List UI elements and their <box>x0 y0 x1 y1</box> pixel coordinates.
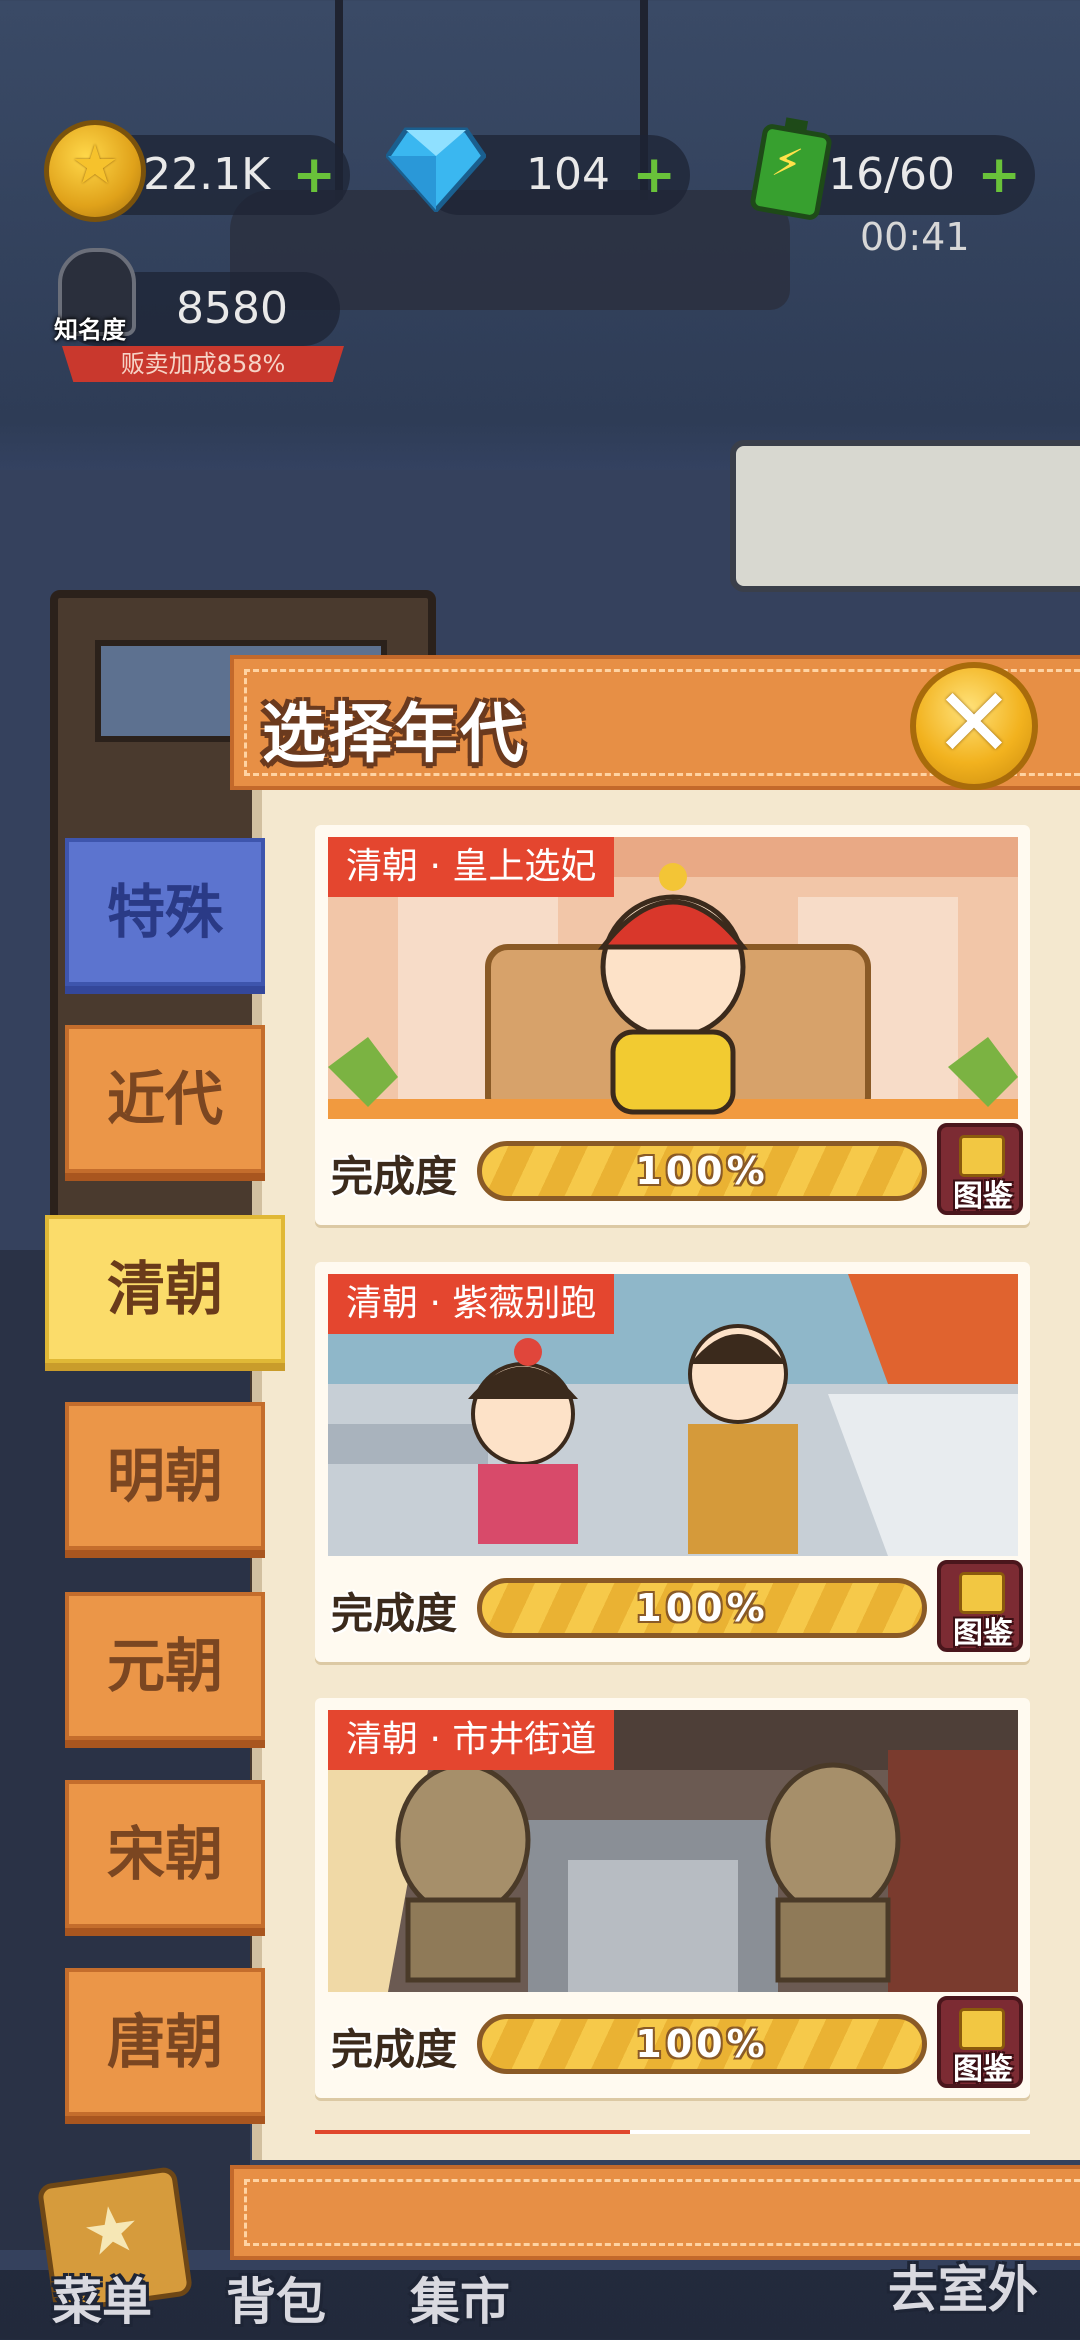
progress-bar: 100% <box>477 1141 927 1201</box>
coin-icon <box>44 120 146 222</box>
progress-bar: 100% <box>477 2014 927 2074</box>
progress-value: 100% <box>635 1586 769 1630</box>
tab-qing[interactable]: 清朝 <box>45 1215 285 1363</box>
add-coins-button[interactable]: + <box>292 135 336 215</box>
tab-song[interactable]: 宋朝 <box>65 1780 265 1928</box>
panel-footer <box>230 2165 1080 2260</box>
progress-label: 完成度 <box>331 1589 458 1638</box>
tab-yuan[interactable]: 元朝 <box>65 1592 265 1740</box>
gem-icon <box>386 127 486 212</box>
energy-timer: 00:41 <box>860 215 970 259</box>
energy-value: 16/60 <box>828 149 955 200</box>
nav-menu[interactable]: 菜单 <box>52 2262 152 2334</box>
tab-special[interactable]: 特殊 <box>65 838 265 986</box>
sell-bonus-badge: 贩卖加成858% <box>62 346 344 382</box>
tab-ming[interactable]: 明朝 <box>65 1402 265 1550</box>
level-scene-image: 清朝 · 市井街道 <box>328 1710 1018 1992</box>
book-button[interactable]: 图鉴 <box>937 1996 1023 2088</box>
progress-label: 完成度 <box>331 1152 458 1201</box>
close-icon: ✕ <box>933 667 1015 779</box>
fame-value: 8580 <box>176 283 288 334</box>
tab-modern[interactable]: 近代 <box>65 1025 265 1173</box>
close-button[interactable]: ✕ <box>910 662 1038 790</box>
tab-tang[interactable]: 唐朝 <box>65 1968 265 2116</box>
level-card[interactable]: 清朝 · 紫薇别跑 完成度 100% 图鉴 <box>315 1262 1030 1662</box>
book-label: 图鉴 <box>953 2052 1013 2087</box>
level-scene-image: 清朝 · 紫薇别跑 <box>328 1274 1018 1556</box>
level-card[interactable]: 清朝 · 市井街道 完成度 100% 图鉴 <box>315 1698 1030 2098</box>
add-gems-button[interactable]: + <box>632 135 676 215</box>
level-card[interactable]: 清朝 · 皇上选妃 完成度 100% 图鉴 <box>315 825 1030 1225</box>
level-title: 清朝 · 市井街道 <box>328 1710 615 1770</box>
level-title: 清朝 · 皇上选妃 <box>328 837 615 897</box>
level-scene-image: 清朝 · 皇上选妃 <box>328 837 1018 1119</box>
air-conditioner <box>730 440 1080 592</box>
progress-value: 100% <box>635 1149 769 1193</box>
nav-market[interactable]: 集市 <box>410 2262 510 2334</box>
book-label: 图鉴 <box>953 1179 1013 1214</box>
fame-label: 知名度 <box>54 316 126 344</box>
add-energy-button[interactable]: + <box>977 135 1021 215</box>
progress-value: 100% <box>635 2022 769 2066</box>
nav-bag[interactable]: 背包 <box>226 2262 326 2334</box>
nav-outdoor[interactable]: 去室外 <box>888 2250 1038 2322</box>
progress-bar: 100% <box>477 1578 927 1638</box>
book-button[interactable]: 图鉴 <box>937 1560 1023 1652</box>
progress-label: 完成度 <box>331 2025 458 2074</box>
level-title: 清朝 · 紫薇别跑 <box>328 1274 615 1334</box>
scrollbar-thumb[interactable] <box>315 2130 630 2134</box>
panel-title: 选择年代 <box>262 698 526 772</box>
gems-value: 104 <box>526 149 610 200</box>
book-label: 图鉴 <box>953 1616 1013 1651</box>
coins-value: 22.1K <box>143 149 270 200</box>
book-button[interactable]: 图鉴 <box>937 1123 1023 1215</box>
